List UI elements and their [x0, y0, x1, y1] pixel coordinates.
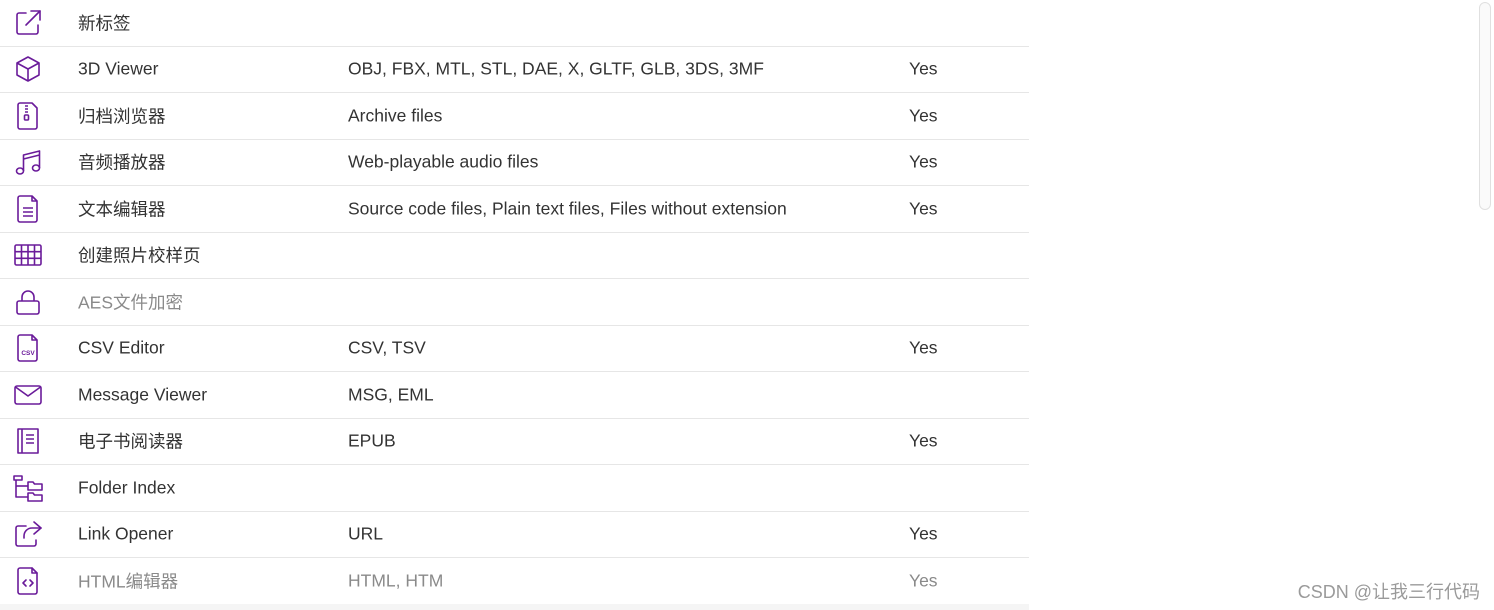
app-name: 创建照片校样页	[78, 245, 201, 266]
app-local-support: Yes	[909, 523, 938, 544]
app-name: 音频播放器	[78, 152, 166, 173]
app-formats: HTML, HTM	[348, 570, 444, 591]
app-name: HTML编辑器	[78, 571, 179, 592]
app-local-support: Yes	[909, 198, 938, 219]
app-name: AES文件加密	[78, 292, 184, 313]
grid-icon	[12, 239, 44, 271]
external-link-icon	[12, 7, 44, 39]
app-name: 电子书阅读器	[78, 431, 183, 452]
app-local-support: Yes	[909, 151, 938, 172]
folder-tree-icon	[12, 472, 44, 504]
app-name: Link Opener	[78, 523, 174, 544]
table-row[interactable]: 创建照片校样页	[0, 233, 1029, 279]
table-row[interactable]: Folder Index	[0, 465, 1029, 512]
app-formats: URL	[348, 523, 384, 544]
share-icon	[12, 518, 44, 550]
watermark: CSDN @让我三行代码	[1297, 582, 1480, 602]
table-row[interactable]: 3D Viewer OBJ, FBX, MTL, STL, DAE, X, GL…	[0, 47, 1029, 93]
table-row[interactable]: 归档浏览器 Archive files Yes	[0, 93, 1029, 140]
svg-text:CSV: CSV	[21, 350, 35, 357]
app-name: CSV Editor	[78, 337, 165, 358]
table-row[interactable]: HTML编辑器 HTML, HTM Yes	[0, 558, 1029, 605]
app-formats: Web-playable audio files	[348, 151, 539, 172]
scrollbar-thumb[interactable]	[1479, 2, 1491, 210]
envelope-icon	[12, 379, 44, 411]
cube-icon	[12, 53, 44, 85]
app-name: 新标签	[78, 13, 131, 34]
lock-icon	[12, 286, 44, 318]
app-formats: MSG, EML	[348, 384, 434, 405]
app-local-support: Yes	[909, 430, 938, 451]
table-row[interactable]: AES文件加密	[0, 279, 1029, 326]
table-row[interactable]: Message Viewer MSG, EML	[0, 372, 1029, 419]
table-row[interactable]: 音频播放器 Web-playable audio files Yes	[0, 140, 1029, 186]
book-icon	[12, 425, 44, 457]
app-name: Folder Index	[78, 477, 176, 498]
app-formats: CSV, TSV	[348, 337, 426, 358]
table-row[interactable]: 文本编辑器 Source code files, Plain text file…	[0, 186, 1029, 233]
table-row[interactable]: Link Opener URL Yes	[0, 512, 1029, 558]
app-local-support: Yes	[909, 58, 938, 79]
app-local-support: Yes	[909, 570, 938, 591]
app-name: 文本编辑器	[78, 199, 166, 220]
vertical-scrollbar[interactable]	[1478, 0, 1494, 610]
csv-file-icon: CSV	[12, 332, 44, 364]
table-row[interactable]: CSV CSV Editor CSV, TSV Yes	[0, 326, 1029, 372]
text-file-icon	[12, 193, 44, 225]
code-file-icon	[12, 565, 44, 597]
app-name: Message Viewer	[78, 384, 208, 405]
app-name: 归档浏览器	[78, 106, 166, 127]
app-local-support: Yes	[909, 105, 938, 126]
apps-table: 新标签 3D Viewer OBJ, FBX, MTL, STL, DAE, X…	[0, 0, 1029, 605]
app-formats: Source code files, Plain text files, Fil…	[348, 198, 787, 219]
archive-file-icon	[12, 100, 44, 132]
app-local-support: Yes	[909, 337, 938, 358]
app-formats: OBJ, FBX, MTL, STL, DAE, X, GLTF, GLB, 3…	[348, 58, 764, 79]
app-name: 3D Viewer	[78, 58, 159, 79]
music-note-icon	[12, 146, 44, 178]
app-formats: Archive files	[348, 105, 443, 126]
table-row[interactable]: 新标签	[0, 0, 1029, 47]
table-row[interactable]: 电子书阅读器 EPUB Yes	[0, 419, 1029, 465]
app-formats: EPUB	[348, 430, 396, 451]
next-row-partial	[0, 604, 1029, 610]
